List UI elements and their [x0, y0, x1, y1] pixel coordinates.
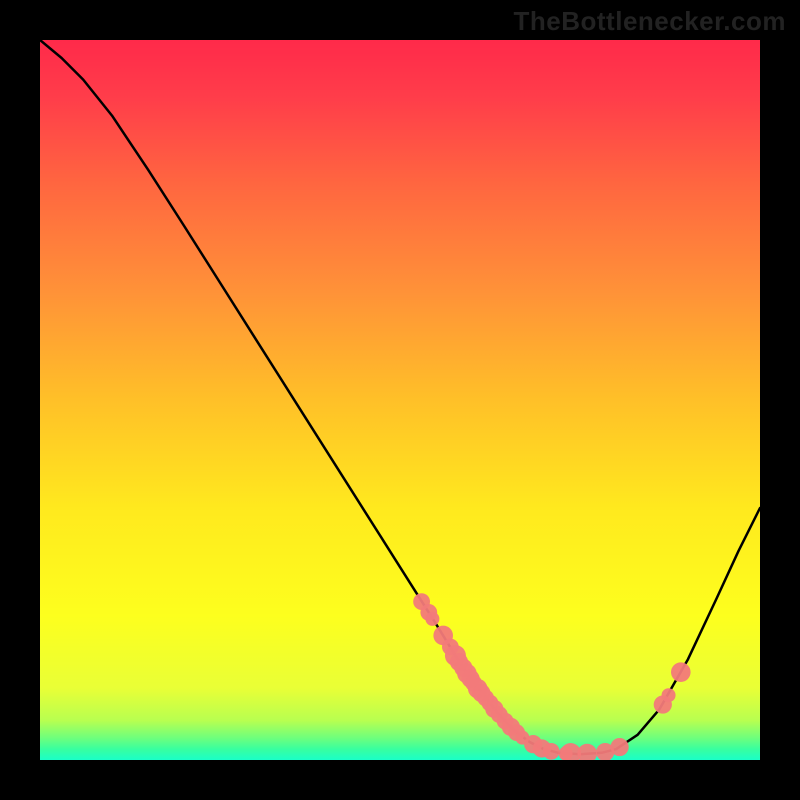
- data-marker: [671, 662, 691, 682]
- chart-frame: TheBottlenecker.com: [0, 0, 800, 800]
- watermark-text: TheBottlenecker.com: [514, 6, 786, 37]
- data-marker: [425, 612, 439, 626]
- data-marker: [611, 738, 629, 756]
- plot-area: [40, 40, 760, 760]
- gradient-background: [40, 40, 760, 760]
- chart-svg: [40, 40, 760, 760]
- data-marker: [543, 743, 560, 760]
- data-marker: [662, 688, 676, 702]
